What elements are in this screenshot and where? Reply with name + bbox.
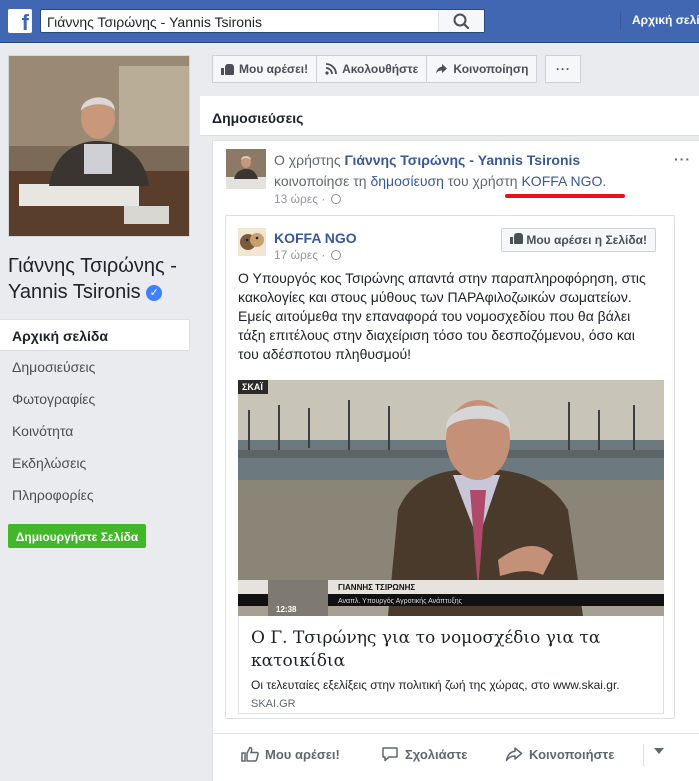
posts-section-title: Δημοσιεύσεις	[212, 110, 304, 126]
shared-time-text: 17 ώρες ·	[274, 248, 326, 262]
post-options-icon[interactable]: ···	[674, 151, 691, 167]
like-page-button[interactable]: Μου αρέσει!	[212, 55, 318, 83]
create-page-button[interactable]: Δημιουργήστε Σελίδα	[8, 524, 146, 548]
video-still-image: ΣΚΑΪ ΓΙΑΝΝΗΣ ΤΣΙΡΩΝΗΣ Αναπλ. Υπουργός Αγ…	[238, 380, 664, 616]
sidebar-item-photos[interactable]: Φωτογραφίες	[0, 383, 190, 415]
shared-author-avatar[interactable]	[238, 228, 266, 256]
profile-photo-image	[9, 56, 189, 236]
search-button[interactable]	[438, 10, 484, 32]
like-page-button-shared[interactable]: Μου αρέσει η Σελίδα!	[501, 228, 656, 252]
post-header-line2: κοινοποίησε τη δημοσίευση του χρήστη KOF…	[274, 173, 606, 189]
video-clock: 12:38	[276, 605, 297, 614]
post-like-label: Μου αρέσει!	[265, 746, 340, 762]
topbar-divider	[620, 12, 621, 30]
profile-picture[interactable]	[8, 55, 190, 237]
main-column: Μου αρέσει! Ακολουθήστε Κοινοποίηση ··· …	[200, 43, 699, 781]
thumbs-up-icon	[221, 63, 234, 75]
thumbs-up-icon	[510, 232, 523, 244]
channel-logo: ΣΚΑΪ	[242, 382, 263, 392]
sidebar-item-events[interactable]: Εκδηλώσεις	[0, 447, 190, 479]
shared-author-name[interactable]: KOFFA NGO	[274, 230, 357, 246]
thumbs-up-icon	[241, 746, 259, 762]
comment-icon	[382, 747, 398, 762]
shared-post: KOFFA NGO 17 ώρες · Μου αρέσει η Σελίδα!…	[225, 215, 675, 719]
post-like-button[interactable]: Μου αρέσει!	[241, 746, 340, 762]
post-header-prefix: Ο χρήστης	[274, 152, 341, 168]
share-button[interactable]: Κοινοποίηση	[427, 55, 538, 83]
home-link[interactable]: Αρχική σελί	[632, 13, 699, 27]
more-options-button[interactable]: ···	[545, 55, 582, 83]
page-action-bar: Μου αρέσει! Ακολουθήστε Κοινοποίηση ···	[212, 55, 582, 83]
share-arrow-icon	[505, 747, 523, 762]
page-title: Γιάννης Τσιρώνης - Yannis Tsironis ✓	[8, 253, 198, 305]
follow-label: Ακολουθήστε	[342, 62, 419, 76]
post-header-line1: Ο χρήστης Γιάννης Τσιρώνης - Yannis Tsir…	[274, 152, 580, 168]
rss-icon	[325, 63, 337, 75]
follow-button[interactable]: Ακολουθήστε	[317, 55, 428, 83]
video-caption-role: Αναπλ. Υπουργός Αγροτικής Ανάπτυξης	[338, 597, 463, 605]
post-shared-text: κοινοποίησε τη	[274, 173, 367, 189]
chevron-down-icon[interactable]	[654, 748, 664, 754]
sidebar-item-community[interactable]: Κοινότητα	[0, 415, 190, 447]
facebook-logo-icon[interactable]: f	[8, 9, 32, 35]
globe-icon	[330, 250, 341, 260]
post-author-link[interactable]: Γιάννης Τσιρώνης - Yannis Tsironis	[344, 152, 580, 168]
share-arrow-icon	[436, 64, 448, 74]
author-avatar-image	[226, 149, 266, 189]
highlight-underline	[505, 194, 625, 198]
like-label: Μου αρέσει!	[239, 62, 309, 76]
verified-badge-icon: ✓	[146, 285, 163, 301]
shared-timestamp[interactable]: 17 ώρες ·	[274, 248, 341, 262]
feed-post: Ο χρήστης Γιάννης Τσιρώνης - Yannis Tsir…	[212, 140, 699, 781]
sidebar-item-home[interactable]: Αρχική σελίδα	[0, 319, 190, 351]
like-page-label: Μου αρέσει η Σελίδα!	[526, 233, 647, 247]
post-shared-mid-text: του χρήστη	[447, 173, 518, 189]
link-domain: SKAI.GR	[251, 698, 296, 710]
shared-post-link[interactable]: δημοσίευση	[370, 173, 444, 189]
shared-user-link[interactable]: KOFFA NGO	[521, 173, 602, 189]
post-actions-divider	[643, 744, 644, 766]
shared-post-text: Ο Υπουργός κος Τσιρώνης απαντά στην παρα…	[238, 270, 646, 362]
link-description: Οι τελευταίες εξελίξεις στην πολιτική ζω…	[251, 678, 620, 692]
sidebar-item-posts[interactable]: Δημοσιεύσεις	[0, 351, 190, 383]
search-input[interactable]: Γιάννης Τσιρώνης - Yannis Tsironis	[47, 14, 262, 30]
posts-section-header: Δημοσιεύσεις	[200, 96, 699, 136]
post-comment-button[interactable]: Σχολιάστε	[381, 746, 467, 762]
link-preview[interactable]: Ο Γ. Τσιρώνης για το νομοσχέδιο για τα κ…	[238, 616, 664, 714]
post-share-button[interactable]: Κοινοποιήστε	[505, 746, 614, 762]
video-caption-name: ΓΙΑΝΝΗΣ ΤΣΙΡΩΝΗΣ	[338, 583, 415, 592]
link-title[interactable]: Ο Γ. Τσιρώνης για το νομοσχέδιο για τα κ…	[251, 627, 651, 673]
post-timestamp[interactable]: 13 ώρες ·	[274, 192, 341, 206]
video-thumbnail[interactable]: ΣΚΑΪ ΓΙΑΝΝΗΣ ΤΣΙΡΩΝΗΣ Αναπλ. Υπουργός Αγ…	[238, 380, 664, 616]
globe-icon	[330, 194, 341, 204]
author-avatar[interactable]	[226, 149, 266, 189]
share-label: Κοινοποίηση	[453, 62, 529, 76]
shared-avatar-image	[238, 228, 266, 256]
post-shared-end: .	[602, 173, 607, 189]
post-time-text: 13 ώρες ·	[274, 192, 326, 206]
search-field[interactable]: Γιάννης Τσιρώνης - Yannis Tsironis	[40, 9, 485, 33]
facebook-logo-letter: f	[21, 10, 29, 35]
sidebar-item-about[interactable]: Πληροφορίες	[0, 479, 190, 511]
search-icon	[453, 13, 470, 30]
sidebar-nav: Αρχική σελίδα Δημοσιεύσεις Φωτογραφίες Κ…	[0, 319, 190, 511]
left-column: Γιάννης Τσιρώνης - Yannis Tsironis ✓ Αρχ…	[0, 43, 200, 781]
post-comment-label: Σχολιάστε	[405, 746, 468, 762]
post-action-bar: Μου αρέσει! Σχολιάστε Κοινοποιήστε	[213, 733, 699, 777]
top-navigation-bar: f Γιάννης Τσιρώνης - Yannis Tsironis Αρχ…	[0, 0, 699, 43]
post-share-label: Κοινοποιήστε	[529, 746, 615, 762]
